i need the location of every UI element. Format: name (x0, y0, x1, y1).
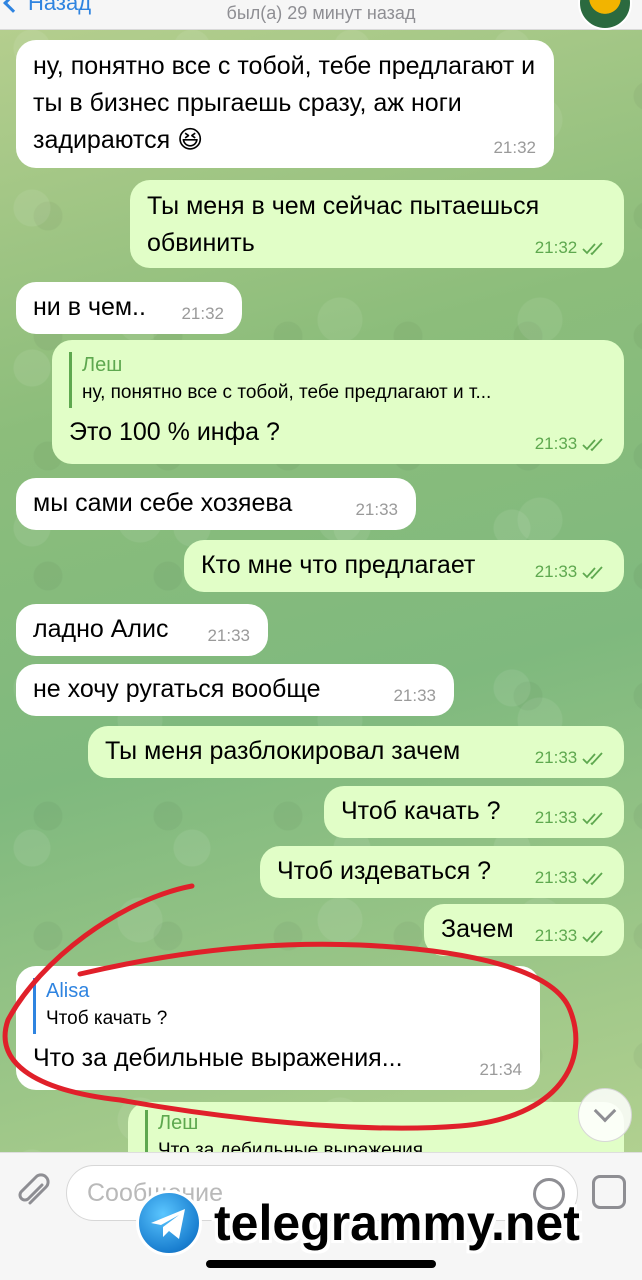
message-bubble-outgoing[interactable]: Леш ну, понятно все с тобой, тебе предла… (52, 340, 624, 464)
message-bubble-incoming[interactable]: ни в чем.. 21:32 (16, 282, 242, 334)
message-time: 21:33 (207, 626, 250, 645)
message-text: Чтоб качать ? (341, 797, 501, 825)
message-text: ну, понятно все с тобой, тебе предлагают… (33, 52, 536, 154)
message-meta: 21:33 (535, 562, 606, 582)
message-time: 21:33 (534, 434, 578, 453)
reply-text: Чтоб качать ? (46, 1008, 168, 1029)
message-text: Чтоб издеваться ? (277, 857, 492, 885)
message-meta: 21:33 (535, 926, 606, 946)
message-meta: 21:33 (535, 434, 606, 454)
message-bubble-outgoing[interactable]: Чтоб качать ? 21:33 (324, 786, 624, 838)
message-bubble-incoming[interactable]: ладно Алис 21:33 (16, 604, 268, 656)
home-indicator[interactable] (206, 1260, 436, 1268)
message-text: Кто мне что предлагает (201, 551, 476, 579)
message-time: 21:33 (534, 868, 578, 887)
reply-quote[interactable]: Леш ну, понятно все с тобой, тебе предла… (69, 352, 608, 408)
message-time: 21:33 (534, 808, 578, 827)
message-text: Ты меня разблокировал зачем (105, 737, 461, 765)
camera-icon[interactable] (592, 1175, 626, 1209)
message-meta: 21:32 (535, 238, 606, 258)
chat-header: Назад был(а) 29 минут назад (0, 0, 642, 30)
message-bubble-incoming[interactable]: ну, понятно все с тобой, тебе предлагают… (16, 40, 554, 168)
message-time: 21:32 (181, 304, 224, 323)
message-bubble-outgoing[interactable]: Зачем 21:33 (424, 904, 624, 956)
message-time: 21:33 (534, 926, 578, 945)
double-check-icon (582, 871, 603, 885)
reply-author: Леш (82, 354, 123, 376)
message-time: 21:32 (534, 238, 578, 257)
reply-author: Alisa (46, 980, 90, 1002)
message-bubble-incoming[interactable]: мы сами себе хозяева 21:33 (16, 478, 416, 530)
message-text: Что за дебильные выражения... (33, 1044, 403, 1072)
paper-plane-icon (151, 1209, 185, 1239)
message-bubble-incoming[interactable]: не хочу ругаться вообще 21:33 (16, 664, 454, 716)
watermark: telegrammy.net (136, 1190, 580, 1256)
message-time: 21:32 (493, 138, 536, 157)
message-bubble-incoming[interactable]: Alisa Чтоб качать ? Что за дебильные выр… (16, 966, 540, 1090)
double-check-icon (582, 811, 603, 825)
double-check-icon (582, 241, 603, 255)
message-bubble-outgoing[interactable]: Чтоб издеваться ? 21:33 (260, 846, 624, 898)
reply-text: ну, понятно все с тобой, тебе предлагают… (82, 382, 492, 403)
message-text: мы сами себе хозяева (33, 489, 293, 517)
message-bubble-outgoing[interactable]: Ты меня разблокировал зачем 21:33 (88, 726, 624, 778)
message-text: Зачем (441, 915, 514, 943)
reply-author: Леш (158, 1112, 199, 1134)
avatar[interactable] (578, 0, 632, 30)
message-text: не хочу ругаться вообще (33, 675, 321, 703)
message-text: Это 100 % инфа ? (69, 418, 280, 446)
double-check-icon (582, 565, 603, 579)
paperclip-icon[interactable] (16, 1173, 50, 1211)
message-text: ладно Алис (33, 615, 169, 643)
scroll-down-button[interactable] (578, 1088, 632, 1142)
message-text: Ты меня в чем сейчас пытаешься обвинить (147, 192, 540, 257)
reply-quote[interactable]: Alisa Чтоб качать ? (33, 978, 524, 1034)
message-meta: 21:33 (535, 868, 606, 888)
message-time: 21:34 (479, 1060, 522, 1079)
message-time: 21:33 (534, 562, 578, 581)
double-check-icon (582, 751, 603, 765)
telegram-logo-icon (136, 1190, 202, 1256)
message-bubble-outgoing[interactable]: Кто мне что предлагает 21:33 (184, 540, 624, 592)
message-text: ни в чем.. (33, 293, 146, 321)
message-time: 21:33 (355, 500, 398, 519)
message-meta: 21:33 (535, 808, 606, 828)
message-time: 21:33 (534, 748, 578, 767)
chevron-down-icon (593, 1099, 617, 1123)
last-seen-status: был(а) 29 минут назад (226, 3, 416, 23)
double-check-icon (582, 437, 603, 451)
message-time: 21:33 (393, 686, 436, 705)
message-bubble-outgoing[interactable]: Ты меня в чем сейчас пытаешься обвинить … (130, 180, 624, 268)
watermark-text: telegrammy.net (214, 1195, 580, 1251)
double-check-icon (582, 929, 603, 943)
message-meta: 21:33 (535, 748, 606, 768)
